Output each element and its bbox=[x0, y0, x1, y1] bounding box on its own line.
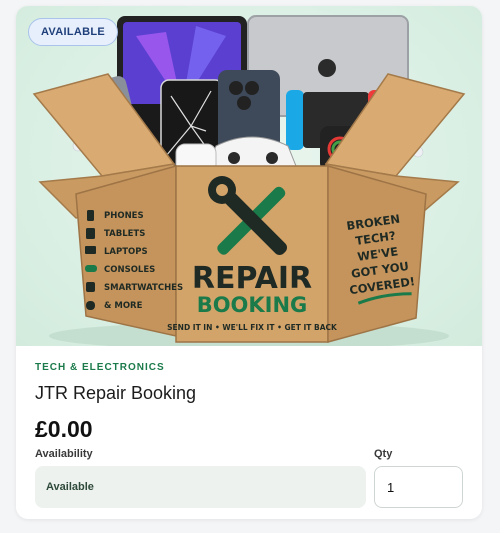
availability-badge: AVAILABLE bbox=[28, 18, 119, 46]
phone-icon bbox=[87, 210, 94, 221]
availability-label: Availability bbox=[35, 448, 93, 460]
availability-field: Available bbox=[35, 466, 366, 508]
box-list-item: & MORE bbox=[104, 301, 143, 311]
product-info: TECH & ELECTRONICS JTR Repair Booking £0… bbox=[16, 346, 482, 519]
box-list-item: CONSOLES bbox=[104, 265, 155, 275]
headphones-icon bbox=[86, 301, 95, 310]
box-title-line2: BOOKING bbox=[197, 293, 308, 317]
qty-input[interactable] bbox=[374, 466, 463, 508]
box-tagline: SEND IT IN • WE'LL FIX IT • GET IT BACK bbox=[167, 323, 338, 332]
box-list-item: SMARTWATCHES bbox=[104, 283, 183, 293]
box-title-line1: REPAIR bbox=[192, 261, 312, 296]
product-price: £0.00 bbox=[35, 416, 93, 442]
product-image: REPAIR BOOKING SEND IT IN • WE'LL FIX IT… bbox=[16, 6, 482, 346]
qty-label: Qty bbox=[374, 448, 393, 460]
tablet-icon bbox=[86, 228, 95, 239]
product-category: TECH & ELECTRONICS bbox=[35, 362, 165, 373]
box-list-item: LAPTOPS bbox=[104, 247, 148, 257]
gamepad-icon bbox=[85, 265, 97, 272]
product-title[interactable]: JTR Repair Booking bbox=[35, 383, 196, 404]
product-card[interactable]: REPAIR BOOKING SEND IT IN • WE'LL FIX IT… bbox=[16, 6, 482, 519]
box-list-item: PHONES bbox=[104, 211, 144, 221]
box-list-item: TABLETS bbox=[104, 229, 145, 239]
repair-box-illustration: REPAIR BOOKING SEND IT IN • WE'LL FIX IT… bbox=[32, 15, 466, 346]
laptop-icon bbox=[85, 246, 96, 254]
watch-icon bbox=[86, 282, 95, 292]
